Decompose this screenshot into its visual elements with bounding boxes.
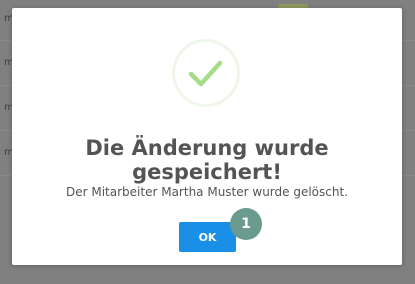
dialog-message: Der Mitarbeiter Martha Muster wurde gelö… [66, 185, 348, 199]
dialog-title: Die Änderung wurde gespeichert! [85, 136, 329, 184]
ok-button[interactable]: OK [179, 222, 236, 252]
step-marker-badge: 1 [230, 208, 262, 240]
success-checkmark-icon [172, 39, 240, 107]
success-dialog: Die Änderung wurde gespeichert! Der Mita… [12, 8, 402, 265]
